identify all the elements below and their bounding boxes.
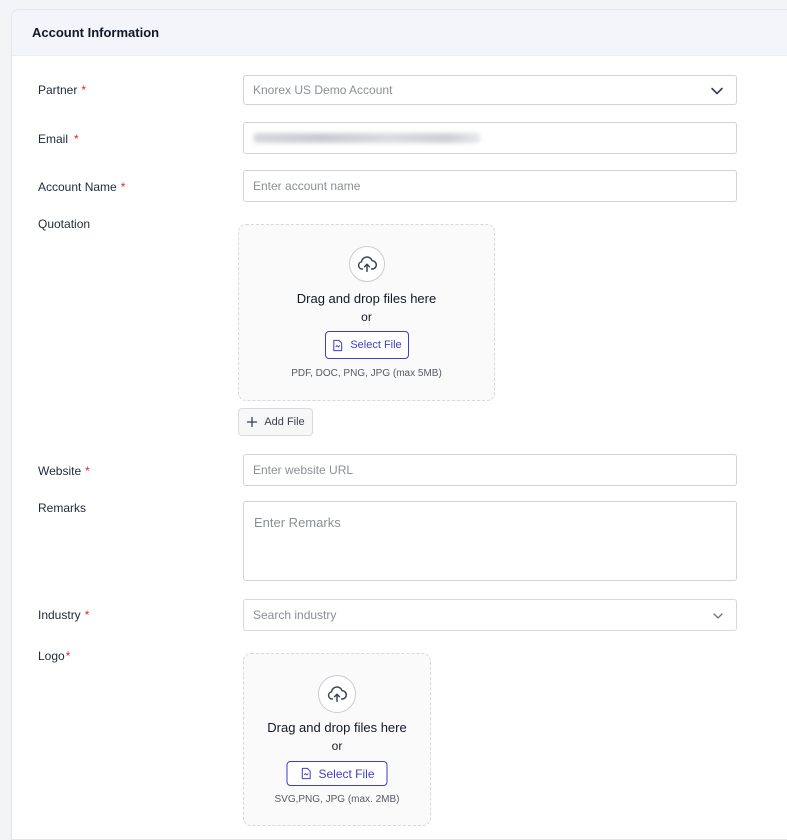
partner-label: Partner * bbox=[38, 83, 86, 97]
required-mark: * bbox=[84, 608, 90, 622]
account-name-label-text: Account Name bbox=[38, 180, 117, 194]
logo-select-file-button[interactable]: Select File bbox=[286, 761, 388, 786]
dropzone-or: or bbox=[361, 310, 372, 324]
add-file-label: Add File bbox=[264, 416, 305, 428]
quotation-select-file-button[interactable]: Select File bbox=[324, 331, 409, 359]
website-label-text: Website bbox=[38, 464, 82, 478]
email-label-text: Email bbox=[38, 132, 69, 146]
required-mark: * bbox=[65, 649, 71, 663]
website-input[interactable]: Enter website URL bbox=[243, 454, 737, 486]
chevron-down-icon bbox=[713, 613, 723, 619]
remarks-label: Remarks bbox=[38, 501, 87, 515]
section-title: Account Information bbox=[32, 25, 160, 40]
account-name-label: Account Name * bbox=[38, 180, 125, 194]
logo-label: Logo* bbox=[38, 649, 70, 663]
required-mark: * bbox=[74, 132, 79, 146]
add-file-button[interactable]: Add File bbox=[238, 408, 313, 436]
required-mark: * bbox=[81, 83, 87, 97]
dropzone-hint: SVG,PNG, JPG (max. 2MB) bbox=[274, 794, 400, 805]
dropzone-title: Drag and drop files here bbox=[296, 291, 437, 306]
website-label: Website * bbox=[38, 464, 90, 478]
logo-dropzone[interactable]: Drag and drop files here or Select File … bbox=[243, 653, 431, 826]
remarks-textarea[interactable]: Enter Remarks bbox=[243, 501, 737, 581]
select-file-label: Select File bbox=[350, 339, 402, 351]
remarks-placeholder: Enter Remarks bbox=[254, 515, 341, 530]
chevron-down-icon bbox=[711, 87, 723, 95]
industry-select[interactable]: Search industry bbox=[243, 599, 737, 631]
partner-selected-value: Knorex US Demo Account bbox=[253, 83, 393, 97]
logo-label-text: Logo bbox=[38, 649, 65, 663]
upload-cloud-icon bbox=[348, 246, 385, 282]
partner-select[interactable]: Knorex US Demo Account bbox=[243, 75, 737, 105]
quotation-label: Quotation bbox=[38, 217, 91, 231]
file-icon bbox=[333, 339, 343, 351]
partner-label-text: Partner bbox=[38, 83, 78, 97]
select-file-label: Select File bbox=[318, 766, 375, 781]
required-mark: * bbox=[120, 180, 126, 194]
email-obscured-value bbox=[253, 133, 481, 143]
quotation-dropzone[interactable]: Drag and drop files here or Select File … bbox=[238, 224, 495, 401]
plus-icon bbox=[247, 416, 258, 428]
dropzone-title: Drag and drop files here bbox=[267, 720, 407, 735]
dropzone-hint: PDF, DOC, PNG, JPG (max 5MB) bbox=[291, 368, 442, 379]
upload-cloud-icon bbox=[318, 675, 356, 713]
website-placeholder: Enter website URL bbox=[253, 463, 354, 477]
required-mark: * bbox=[85, 464, 90, 478]
account-information-card: Account Information Partner * Knorex US D… bbox=[11, 9, 787, 840]
email-label: Email * bbox=[38, 132, 79, 146]
industry-label-text: Industry bbox=[38, 608, 81, 622]
account-name-placeholder: Enter account name bbox=[253, 179, 361, 193]
industry-placeholder: Search industry bbox=[253, 608, 337, 622]
dropzone-or: or bbox=[331, 739, 343, 753]
file-icon bbox=[301, 767, 311, 780]
email-field[interactable] bbox=[243, 122, 737, 154]
industry-label: Industry * bbox=[38, 608, 89, 622]
card-header: Account Information bbox=[12, 10, 787, 56]
account-name-input[interactable]: Enter account name bbox=[243, 170, 737, 202]
